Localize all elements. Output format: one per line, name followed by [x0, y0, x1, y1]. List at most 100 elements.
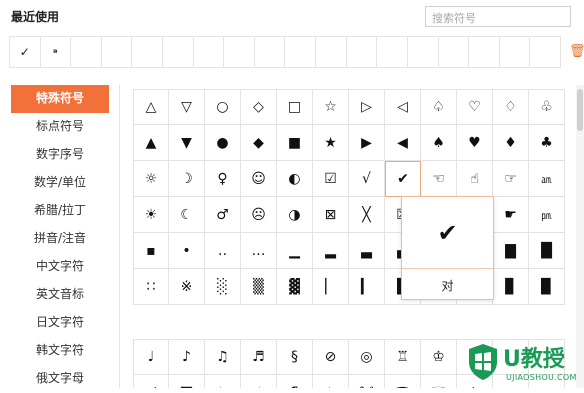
- recent-symbol-cell[interactable]: ⁍: [39, 36, 72, 68]
- recent-symbol-cell[interactable]: [376, 36, 408, 68]
- symbol-cell[interactable]: ☏: [421, 375, 457, 388]
- symbol-cell[interactable]: ‥: [205, 233, 241, 269]
- recent-symbol-cell[interactable]: [437, 36, 470, 68]
- trash-icon[interactable]: 🗑: [569, 44, 584, 59]
- symbol-cell[interactable]: ◀: [385, 125, 421, 161]
- symbol-cell[interactable]: ∷: [133, 269, 169, 305]
- symbol-cell[interactable]: ※: [169, 269, 205, 305]
- symbol-cell[interactable]: ♫: [205, 339, 241, 375]
- symbol-cell[interactable]: ◁: [385, 89, 421, 125]
- symbol-cell[interactable]: ▒: [241, 269, 277, 305]
- symbol-cell[interactable]: ♧: [529, 89, 565, 125]
- sidebar-category-item[interactable]: 中文字符: [11, 253, 109, 281]
- sidebar-category-item[interactable]: 数字序号: [11, 141, 109, 169]
- symbol-cell[interactable]: ♠: [421, 125, 457, 161]
- recent-symbol-cell[interactable]: [315, 36, 347, 68]
- symbol-cell[interactable]: 〆: [133, 375, 169, 388]
- symbol-cell[interactable]: ☾: [169, 197, 205, 233]
- symbol-cell[interactable]: •: [169, 233, 205, 269]
- symbol-cell[interactable]: ●: [205, 125, 241, 161]
- symbol-cell[interactable]: ㏂: [529, 161, 565, 197]
- symbol-cell[interactable]: □: [277, 89, 313, 125]
- symbol-cell[interactable]: ▽: [169, 89, 205, 125]
- sidebar-category-item[interactable]: 拼音/注音: [11, 225, 109, 253]
- symbol-cell[interactable]: ▲: [133, 125, 169, 161]
- symbol-cell[interactable]: ♣: [529, 125, 565, 161]
- recent-symbol-cell[interactable]: [468, 36, 500, 68]
- symbol-cell[interactable]: ☼: [133, 161, 169, 197]
- symbol-cell[interactable]: ♬: [241, 339, 277, 375]
- symbol-cell[interactable]: ◎: [349, 339, 385, 375]
- sidebar-category-item[interactable]: 韩文字符: [11, 337, 109, 365]
- symbol-cell[interactable]: ⊘: [313, 339, 349, 375]
- recent-symbol-cell[interactable]: [284, 36, 317, 68]
- symbol-cell[interactable]: 〓: [169, 375, 205, 388]
- symbol-cell[interactable]: ☜: [421, 161, 457, 197]
- symbol-cell[interactable]: ✔: [385, 161, 421, 197]
- symbol-cell[interactable]: ♦: [493, 125, 529, 161]
- symbol-cell[interactable]: ☝: [457, 161, 493, 197]
- sidebar-category-item[interactable]: 希腊/拉丁: [11, 197, 109, 225]
- symbol-cell[interactable]: ▷: [349, 89, 385, 125]
- symbol-cell[interactable]: █: [529, 233, 565, 269]
- symbol-cell[interactable]: ▏: [313, 269, 349, 305]
- symbol-cell[interactable]: ○: [205, 89, 241, 125]
- symbol-cell[interactable]: ♡: [457, 89, 493, 125]
- search-input[interactable]: 搜索符号: [425, 6, 571, 27]
- symbol-cell[interactable]: ☛: [493, 197, 529, 233]
- symbol-cell[interactable]: ♭: [205, 375, 241, 388]
- symbol-cell[interactable]: ▂: [313, 233, 349, 269]
- symbol-cell[interactable]: ◆: [241, 125, 277, 161]
- symbol-cell[interactable]: ▇: [493, 233, 529, 269]
- symbol-cell[interactable]: ♯: [241, 375, 277, 388]
- symbol-cell[interactable]: ▉: [529, 269, 565, 305]
- symbol-preview-popup[interactable]: ✔ 对: [401, 196, 494, 300]
- symbol-cell[interactable]: ♢: [493, 89, 529, 125]
- symbol-cell[interactable]: ◑: [277, 197, 313, 233]
- recent-symbol-cell[interactable]: [406, 36, 439, 68]
- sidebar-category-item[interactable]: 日文字符: [11, 309, 109, 337]
- recent-symbol-cell[interactable]: [100, 36, 133, 68]
- symbol-cell[interactable]: ♤: [421, 89, 457, 125]
- recent-symbol-cell[interactable]: [192, 36, 225, 68]
- symbol-cell[interactable]: ☞: [493, 161, 529, 197]
- recent-symbol-cell[interactable]: [253, 36, 286, 68]
- symbol-cell[interactable]: ╳: [349, 197, 385, 233]
- symbol-cell[interactable]: ℳ: [349, 375, 385, 388]
- sidebar-category-item[interactable]: 英文音标: [11, 281, 109, 309]
- recent-symbol-cell[interactable]: [70, 36, 102, 68]
- symbol-cell[interactable]: ▓: [277, 269, 313, 305]
- sidebar-category-item[interactable]: 俄文字母: [11, 365, 109, 393]
- symbol-cell[interactable]: ♂: [205, 197, 241, 233]
- symbol-cell[interactable]: ☹: [241, 197, 277, 233]
- recent-symbol-cell[interactable]: [131, 36, 164, 68]
- symbol-cell[interactable]: ▎: [349, 269, 385, 305]
- scrollbar-thumb[interactable]: [577, 89, 583, 131]
- symbol-cell[interactable]: ♩: [133, 339, 169, 375]
- recent-symbol-cell[interactable]: [345, 36, 378, 68]
- symbol-cell[interactable]: ▁: [277, 233, 313, 269]
- symbol-cell[interactable]: △: [133, 89, 169, 125]
- symbol-cell[interactable]: ¶: [277, 375, 313, 388]
- symbol-cell[interactable]: ☺: [241, 161, 277, 197]
- symbol-cell[interactable]: ☎: [385, 375, 421, 388]
- symbol-cell[interactable]: ♥: [457, 125, 493, 161]
- symbol-cell[interactable]: ▼: [169, 125, 205, 161]
- symbol-cell[interactable]: ▊: [493, 269, 529, 305]
- symbol-cell[interactable]: ░: [205, 269, 241, 305]
- symbol-cell[interactable]: ☽: [169, 161, 205, 197]
- recent-symbol-cell[interactable]: [529, 36, 561, 68]
- recent-symbol-cell[interactable]: ✓: [9, 36, 41, 68]
- symbol-cell[interactable]: ♪: [169, 339, 205, 375]
- symbol-cell[interactable]: ■: [277, 125, 313, 161]
- recent-symbol-cell[interactable]: [223, 36, 255, 68]
- symbol-cell[interactable]: ◇: [241, 89, 277, 125]
- sidebar-category-item[interactable]: 特殊符号: [11, 85, 109, 113]
- symbol-cell[interactable]: √: [349, 161, 385, 197]
- symbol-cell[interactable]: ▃: [349, 233, 385, 269]
- symbol-cell[interactable]: ▪: [133, 233, 169, 269]
- symbol-cell[interactable]: ⊠: [313, 197, 349, 233]
- recent-symbol-cell[interactable]: [162, 36, 194, 68]
- symbol-cell[interactable]: ♀: [205, 161, 241, 197]
- symbol-cell[interactable]: ♖: [385, 339, 421, 375]
